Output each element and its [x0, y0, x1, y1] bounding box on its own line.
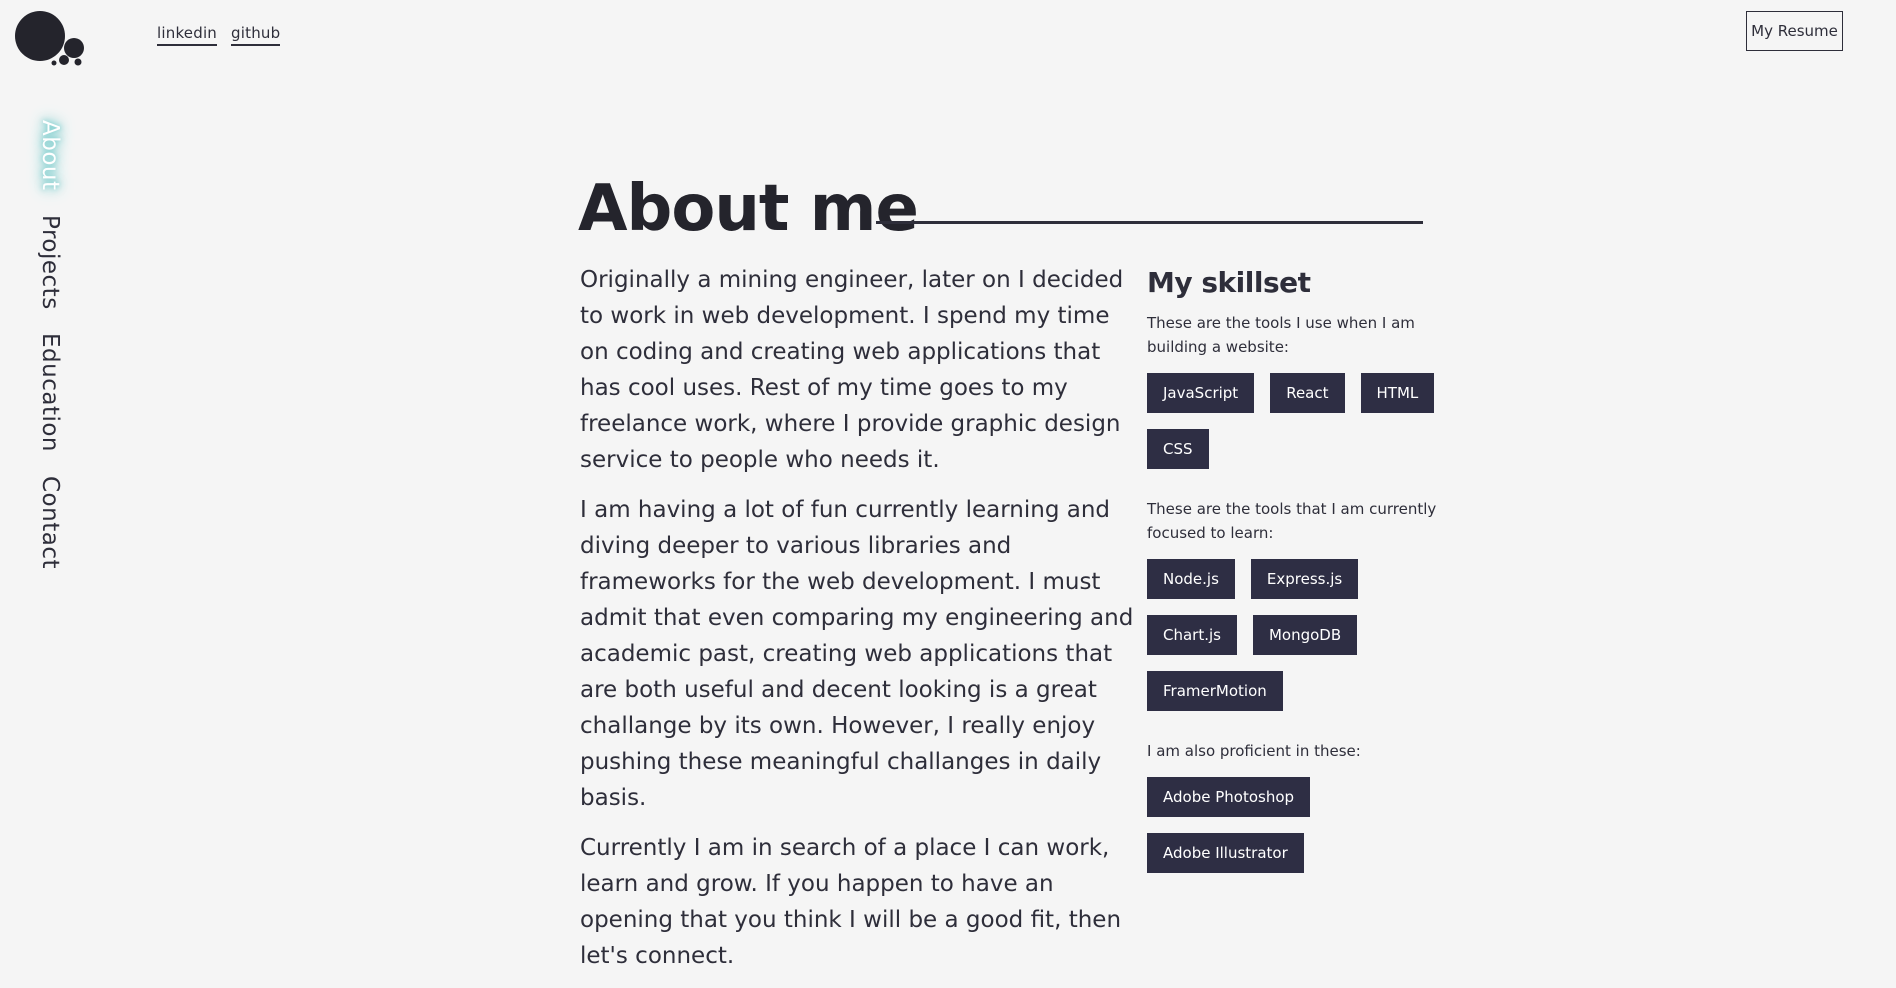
skill-tag: FramerMotion — [1147, 671, 1283, 711]
github-link[interactable]: github — [231, 24, 281, 46]
title-divider — [876, 221, 1423, 224]
side-nav: About Projects Education Contact — [30, 120, 70, 569]
bio-paragraph: Originally a mining engineer, later on I… — [580, 267, 1124, 473]
skill-group-description: These are the tools I use when I am buil… — [1147, 314, 1415, 356]
skillset-section: My skillset These are the tools I use wh… — [1147, 266, 1437, 901]
linkedin-link[interactable]: linkedin — [157, 24, 218, 46]
skill-tag: React — [1270, 373, 1345, 413]
bio-section: Originally a mining engineer, later on I… — [580, 262, 1145, 988]
skill-group-description: These are the tools that I am currently … — [1147, 500, 1437, 542]
logo-icon — [15, 11, 84, 66]
skill-group-description: I am also proficient in these: — [1147, 742, 1361, 760]
skill-tags-learning: Node.js Express.js Chart.js MongoDB Fram… — [1147, 559, 1437, 711]
skill-tag: CSS — [1147, 429, 1209, 469]
skill-tag: JavaScript — [1147, 373, 1255, 413]
skillset-title: My skillset — [1147, 266, 1311, 299]
logo[interactable] — [14, 10, 86, 66]
top-links: linkedin github — [157, 24, 281, 46]
resume-button[interactable]: My Resume — [1746, 11, 1843, 51]
nav-item-about[interactable]: About — [37, 120, 63, 191]
skill-tag: Adobe Photoshop — [1147, 777, 1311, 817]
skill-tags-proficient: Adobe Photoshop Adobe Illustrator — [1147, 777, 1437, 873]
page-title: About me — [578, 172, 919, 246]
skill-tags-current: JavaScript React HTML CSS — [1147, 373, 1437, 469]
bio-paragraph: I am having a lot of fun currently learn… — [580, 497, 1134, 811]
skill-tag: MongoDB — [1252, 615, 1358, 655]
nav-item-education[interactable]: Education — [37, 333, 63, 452]
bio-paragraph: Currently I am in search of a place I ca… — [580, 835, 1122, 969]
skill-tag: Node.js — [1147, 559, 1235, 599]
skill-tag: HTML — [1360, 373, 1435, 413]
skill-tag: Chart.js — [1147, 615, 1237, 655]
nav-item-projects[interactable]: Projects — [37, 215, 63, 310]
nav-item-contact[interactable]: Contact — [37, 476, 63, 569]
skill-tag: Adobe Illustrator — [1147, 833, 1304, 873]
skill-tag: Express.js — [1250, 559, 1359, 599]
